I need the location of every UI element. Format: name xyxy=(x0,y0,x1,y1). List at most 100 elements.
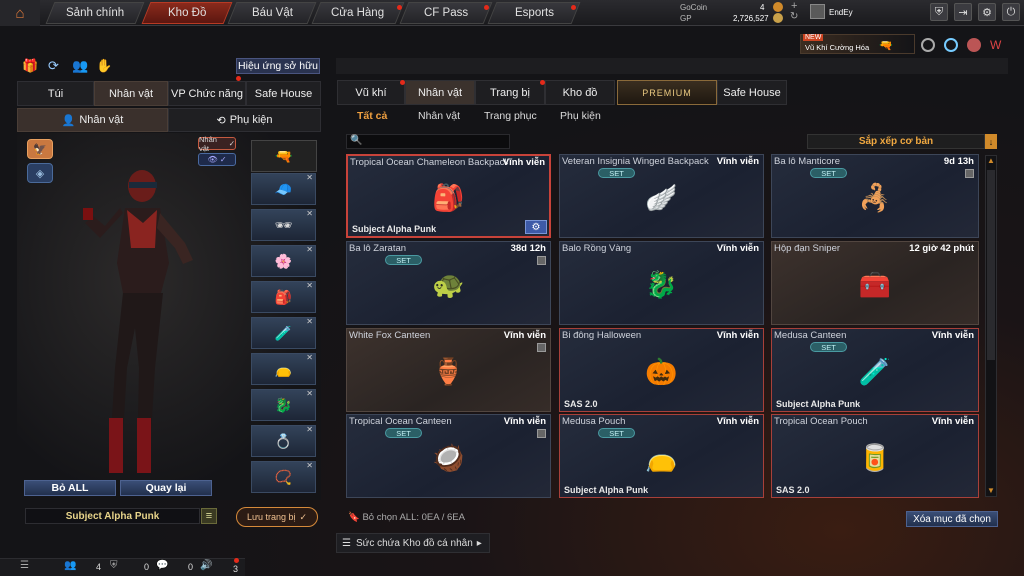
close-icon[interactable]: ✕ xyxy=(306,173,313,182)
nav-tab-shop[interactable]: Cửa Hàng xyxy=(311,2,405,24)
storage-capacity-button[interactable]: ☰ Sức chứa Kho đồ cá nhân ▸ xyxy=(336,533,490,553)
subtab-outfit[interactable]: Trang phục xyxy=(484,110,537,124)
close-icon[interactable]: ✕ xyxy=(306,389,313,398)
character-toggle[interactable]: Nhân vật ✓ xyxy=(198,135,236,153)
chat-icon[interactable]: 💬 xyxy=(156,560,168,571)
item-card[interactable]: White Fox Canteen Vĩnh viễn 🏺 xyxy=(346,328,551,412)
item-owner: SAS 2.0 xyxy=(776,485,810,495)
gear-icon[interactable]: ⚙ xyxy=(525,220,547,234)
equip-slot-glasses[interactable]: 🕶 ✕ xyxy=(251,209,316,241)
gear-icon[interactable]: ⚙ xyxy=(978,3,996,21)
home-button[interactable]: ⌂ xyxy=(0,0,40,26)
characters-icon[interactable]: 👥 xyxy=(72,58,88,74)
mail-count: 0 xyxy=(144,562,150,572)
friends-icon[interactable]: 👥 xyxy=(64,560,76,571)
equip-slot-bracelet[interactable]: 📿 ✕ xyxy=(251,461,316,493)
nav-tab-treasure[interactable]: Báu Vật xyxy=(227,2,317,24)
item-card[interactable]: Tropical Ocean Pouch Vĩnh viễn 🥫 SAS 2.0 xyxy=(771,414,979,498)
equip-slot-pouch[interactable]: 👝 ✕ xyxy=(251,353,316,385)
close-icon[interactable]: ✕ xyxy=(306,425,313,434)
tab-weapons[interactable]: Vũ khí xyxy=(337,80,405,105)
item-card[interactable]: Medusa Canteen Vĩnh viễn SET 🧪 Subject Alpha… xyxy=(771,328,979,412)
tab-storage[interactable]: Kho đồ xyxy=(545,80,615,105)
close-icon[interactable]: ✕ xyxy=(306,317,313,326)
item-card[interactable]: Ba lô Manticore 9d 13h SET 🦂 xyxy=(771,154,979,238)
friends-count: 4 xyxy=(96,562,102,572)
equip-slot-backpack[interactable]: 🎒 ✕ xyxy=(251,281,316,313)
tab-vp-function[interactable]: VP Chức năng xyxy=(168,81,246,106)
mode-icon[interactable]: ◈ xyxy=(27,163,53,183)
subtab-accessory[interactable]: ⟲ Phụ kiện xyxy=(168,108,321,132)
tab-bag[interactable]: Túi xyxy=(17,81,94,106)
save-loadout-button[interactable]: Lưu trang bị ✓ xyxy=(236,507,318,527)
item-card[interactable]: Veteran Insignia Winged Backpack Vĩnh viễ… xyxy=(559,154,764,238)
scrollbar[interactable]: ▲ ▼ xyxy=(985,155,997,497)
search-input[interactable]: 🔍 xyxy=(346,134,510,149)
item-card[interactable]: Medusa Pouch Vĩnh viễn SET 👝 Subject Alpha P… xyxy=(559,414,764,498)
subtab-accessory[interactable]: Phụ kiện xyxy=(560,110,601,124)
hand-icon[interactable]: ✋ xyxy=(96,58,112,74)
item-card[interactable]: Bi đông Halloween Vĩnh viễn 🎃 SAS 2.0 xyxy=(559,328,764,412)
speaker-icon[interactable]: 🔊 xyxy=(200,560,212,571)
nav-tab-lobby[interactable]: Sảnh chính xyxy=(45,2,145,24)
scroll-down-icon[interactable]: ▼ xyxy=(986,486,996,496)
subtab-character[interactable]: 👤 Nhân vật xyxy=(17,108,168,132)
subtab-all[interactable]: Tất cả xyxy=(357,110,387,124)
equip-slot-weapon[interactable]: 🔫 xyxy=(251,140,317,172)
event-icon-3[interactable] xyxy=(967,38,981,52)
scroll-up-icon[interactable]: ▲ xyxy=(986,156,996,166)
rotate-icon[interactable]: ⟳ xyxy=(48,58,59,74)
sort-dropdown-arrow[interactable]: ↓ xyxy=(985,134,997,149)
close-icon[interactable]: ✕ xyxy=(306,245,313,254)
mask-icon: ◈ xyxy=(35,167,45,180)
clear-all-button[interactable]: Bỏ ALL xyxy=(24,480,116,496)
event-icon-2[interactable] xyxy=(944,38,958,52)
tab-character[interactable]: Nhân vật xyxy=(405,80,475,105)
event-icon-1[interactable] xyxy=(921,38,935,52)
character-menu-button[interactable]: ≡ xyxy=(201,508,217,524)
delete-selected-button[interactable]: Xóa mục đã chọn xyxy=(906,511,998,527)
list-icon[interactable]: ☰ xyxy=(20,560,29,571)
back-button[interactable]: Quay lại xyxy=(120,480,212,496)
close-icon[interactable]: ✕ xyxy=(306,353,313,362)
tab-gear[interactable]: Trang bị xyxy=(475,80,545,105)
close-icon[interactable]: ✕ xyxy=(306,461,313,470)
promo-banner[interactable]: NEW Vũ Khí Cường Hóa 🔫 xyxy=(800,34,915,54)
equip-slot-ring[interactable]: 💍 ✕ xyxy=(251,425,316,457)
close-icon[interactable]: ✕ xyxy=(306,209,313,218)
visibility-toggle[interactable]: 👁 ✓ xyxy=(198,153,236,166)
effects-button[interactable]: Hiệu ứng sở hữu xyxy=(236,58,320,74)
tab-character[interactable]: Nhân vật xyxy=(94,81,168,106)
sort-dropdown[interactable]: Sắp xếp cơ bản xyxy=(807,134,985,149)
event-icon-4[interactable]: W xyxy=(990,38,1004,52)
shield-icon[interactable]: ⛨ xyxy=(930,3,948,21)
item-card[interactable]: Tropical Ocean Canteen Vĩnh viễn SET 🥥 xyxy=(346,414,551,498)
equip-slot-canteen[interactable]: 🧪 ✕ xyxy=(251,317,316,349)
tab-safe-house[interactable]: Safe House xyxy=(246,81,321,106)
set-badge: SET xyxy=(810,342,847,352)
nav-tab-esports[interactable]: Esports xyxy=(487,2,581,24)
cfpass-notification-dot xyxy=(484,5,489,10)
refresh-gp-icon[interactable]: ↻ xyxy=(790,11,798,22)
equip-slot-pet[interactable]: 🐉 ✕ xyxy=(251,389,316,421)
nav-tab-cf-pass[interactable]: CF Pass xyxy=(399,2,493,24)
mail-icon[interactable]: ⛨ xyxy=(110,560,118,571)
power-icon[interactable]: ⏻ xyxy=(1002,3,1020,21)
scrollbar-thumb[interactable] xyxy=(987,170,995,360)
tab-safe-house[interactable]: Safe House xyxy=(717,80,787,105)
nav-tab-label: Kho Đồ xyxy=(167,7,207,19)
item-card[interactable]: Balo Rồng Vàng Vĩnh viễn 🐉 xyxy=(559,241,764,325)
item-card[interactable]: Hộp đạn Sniper 12 giờ 42 phút 🧰 xyxy=(771,241,979,325)
gift-icon[interactable]: 🎁 xyxy=(22,58,38,74)
exit-icon[interactable]: ⇥ xyxy=(954,3,972,21)
tab-premium[interactable]: PREMIUM xyxy=(617,80,717,105)
item-card[interactable]: Tropical Ocean Chameleon Backpack Vĩnh vi… xyxy=(346,154,551,238)
mode-icon-active[interactable]: 🦅 xyxy=(27,139,53,159)
equip-slot-badge[interactable]: 🌸 ✕ xyxy=(251,245,316,277)
close-icon[interactable]: ✕ xyxy=(306,281,313,290)
avatar[interactable] xyxy=(810,4,825,19)
item-card[interactable]: Ba lô Zaratan 38d 12h SET 🐢 xyxy=(346,241,551,325)
nav-tab-inventory[interactable]: Kho Đồ xyxy=(141,2,233,24)
equip-slot-hat[interactable]: 🧢 ✕ xyxy=(251,173,316,205)
subtab-character[interactable]: Nhân vật xyxy=(418,110,460,124)
